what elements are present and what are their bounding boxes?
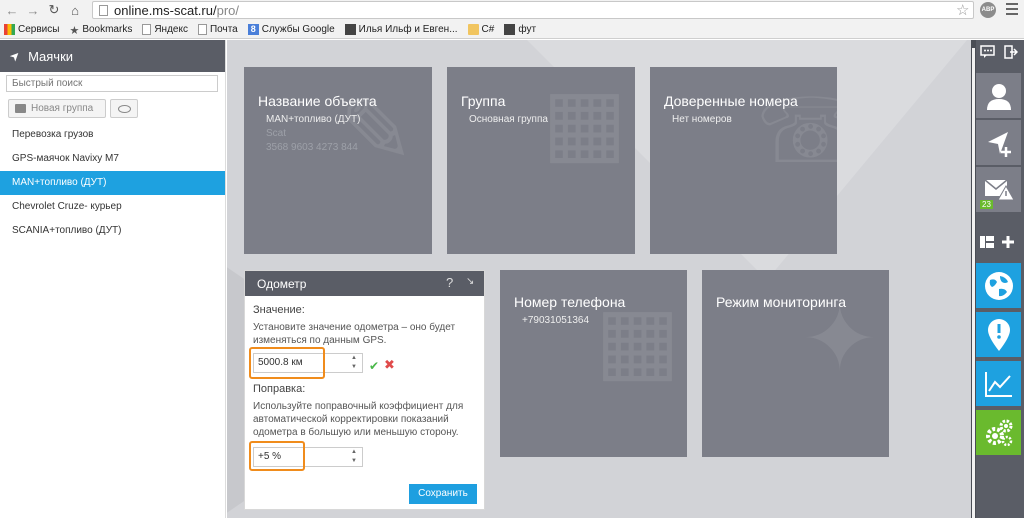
apps-grid-icon [4,23,15,35]
user-icon [986,83,1011,110]
dashboard-layout-icon[interactable] [980,236,994,248]
value-label: Значение: [253,304,305,316]
value-hint: Установите значение одометра – оно будет… [253,322,456,346]
bookmark-ilf[interactable]: Илья Ильф и Евген... [344,23,458,35]
group-tile[interactable]: ▦ Группа Основная группа [447,67,635,254]
page-icon [99,4,108,16]
bookmark-google-services[interactable]: 8 Службы Google [247,23,335,35]
address-bar[interactable]: online.ms-scat.ru/pro/ [92,1,974,19]
odometer-panel: Одометр ? ↘ Значение: Установите значени… [244,270,485,510]
toggle-visibility-button[interactable] [110,99,138,118]
correction-stepper-icon[interactable]: ▲ ▼ [349,448,359,466]
add-widget-icon[interactable] [1001,235,1015,249]
settings-button[interactable] [976,410,1021,455]
object-id: 3568 9603 4273 844 [266,142,358,153]
correction-highlight [249,441,305,471]
back-arrow-icon[interactable]: ← [3,1,21,19]
tracker-list: Перевозка грузов GPS-маячок Navixy M7 MA… [0,123,225,243]
navigation-plus-icon [987,131,1011,157]
line-chart-icon [984,371,1012,397]
trackers-sidebar: ➤ Маячки Новая группа Перевозка грузов G… [0,40,226,518]
bookmark-apps[interactable]: Сервисы [4,23,59,35]
sidebar-title: Маячки [28,48,74,64]
group-value: Основная группа [469,114,548,125]
page-icon [142,23,152,35]
forward-arrow-icon[interactable]: → [24,1,42,19]
object-name: MAN+топливо (ДУТ) [266,114,361,125]
reports-button[interactable] [976,361,1021,406]
save-button[interactable]: Сохранить [409,484,477,504]
globe-icon [984,271,1013,300]
list-item[interactable]: Перевозка грузов [0,123,225,147]
page-icon [504,23,516,35]
new-group-button[interactable]: Новая группа [8,99,106,118]
bookmarks-bar: Сервисы ★ Bookmarks Яндекс Почта 8 Службы … [0,20,1024,39]
phone-value: +79031051364 [522,315,590,326]
google-icon: 8 [247,23,259,35]
url-host: online.ms-scat.ru/ [114,2,217,18]
quick-search-input[interactable] [6,75,218,92]
folder-icon: ▦ [542,72,628,172]
account-button[interactable] [976,73,1021,118]
browser-toolbar: ← → ↻ ⌂ online.ms-scat.ru/pro/ ☆ ABP [0,0,1024,20]
tile-title: Название объекта [258,93,377,109]
value-highlight [249,347,325,379]
collapse-icon[interactable]: ↘ [466,276,474,287]
gears-icon [985,419,1012,446]
add-tracker-button[interactable] [976,120,1021,165]
tile-title: Доверенные номера [664,93,798,109]
page-icon [197,23,207,35]
list-item[interactable]: SCANIA+топливо (ДУТ) [0,219,225,243]
odometer-header: Одометр ? ↘ [245,271,484,296]
folder-icon [467,23,479,35]
map-pin-icon [987,318,1010,351]
bookmark-fut[interactable]: фут [504,23,536,35]
phone-number-tile[interactable]: ▦ Номер телефона +79031051364 [500,270,687,457]
confirm-check-icon[interactable]: ✔ [369,359,379,373]
trusted-numbers-tile[interactable]: ☏ Доверенные номера Нет номеров [650,67,837,254]
bookmark-bookmarks[interactable]: ★ Bookmarks [69,24,132,37]
page-icon [344,23,356,35]
monitoring-mode-tile[interactable]: ✦ Режим мониторинга [702,270,889,457]
bookmark-mail[interactable]: Почта [197,23,238,35]
home-icon[interactable]: ⌂ [66,1,84,19]
alert-count-badge: 23 [980,200,993,209]
object-model: Scat [266,128,287,139]
folder-add-icon [15,104,26,113]
list-item[interactable]: Chevrolet Cruze- курьер [0,195,225,219]
alerts-button[interactable]: 23 [976,167,1021,212]
bookmark-yandex[interactable]: Яндекс [142,23,188,35]
scrollbar-thumb[interactable] [972,48,975,518]
list-item[interactable]: GPS-маячок Navixy M7 [0,147,225,171]
sidebar-header: ➤ Маячки [0,40,225,72]
url-path: pro/ [216,2,239,18]
correction-label: Поправка: [253,383,306,395]
browser-menu-icon[interactable] [1006,2,1018,16]
trusted-value: Нет номеров [672,114,732,125]
places-button[interactable] [976,312,1021,357]
tile-title: Группа [461,93,506,109]
reload-icon[interactable]: ↻ [45,1,63,19]
odometer-title: Одометр [257,276,307,291]
object-name-tile[interactable]: ✎ Название объекта MAN+топливо (ДУТ) Sca… [244,67,432,254]
list-item-selected[interactable]: MAN+топливо (ДУТ) [0,171,225,195]
navigation-arrow-icon: ➤ [6,47,24,65]
cancel-x-icon[interactable]: ✖ [384,357,395,373]
map-button[interactable] [976,263,1021,308]
bookmark-star-icon[interactable]: ☆ [956,1,969,19]
eye-icon [117,104,131,113]
bookmark-csharp[interactable]: C# [467,23,494,35]
correction-hint: Используйте поправочный коэффициент для … [253,401,464,438]
feedback-icon[interactable] [980,45,996,59]
tile-title: Номер телефона [514,294,626,310]
tile-title: Режим мониторинга [716,294,846,310]
adblock-extension-icon[interactable]: ABP [980,2,996,18]
help-icon[interactable]: ? [446,275,453,290]
logout-icon[interactable] [1004,45,1018,59]
value-stepper-icon[interactable]: ▲ ▼ [349,354,359,372]
star-icon: ★ [69,24,80,37]
